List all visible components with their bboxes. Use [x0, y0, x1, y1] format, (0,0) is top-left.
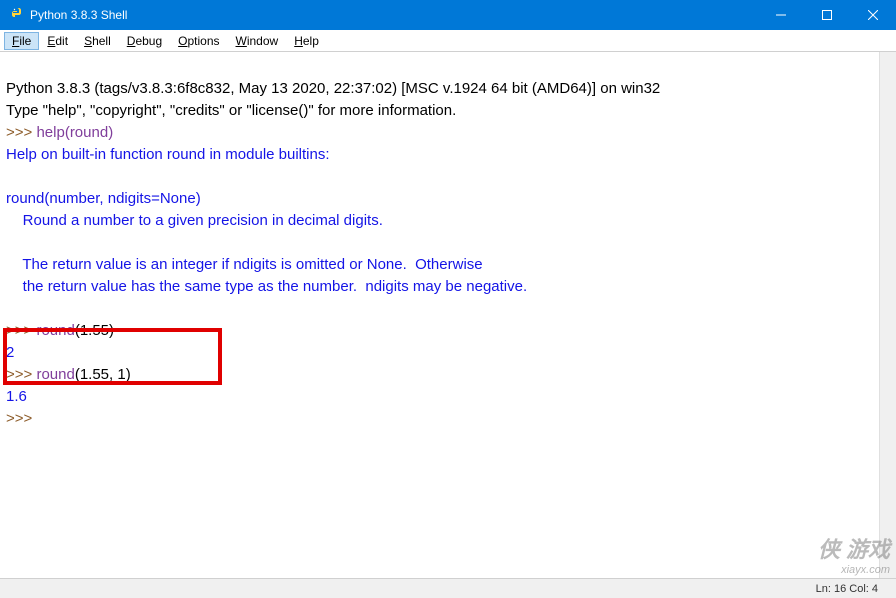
help-output: the return value has the same type as th…	[6, 278, 527, 295]
rparen: )	[126, 366, 131, 383]
help-output: Help on built-in function round in modul…	[6, 146, 330, 163]
help-output: round(number, ndigits=None)	[6, 190, 201, 207]
window-controls	[758, 0, 896, 30]
help-output: Round a number to a given precision in d…	[6, 212, 383, 229]
round-call: round	[36, 322, 74, 339]
minimize-button[interactable]	[758, 0, 804, 30]
menu-window[interactable]: Window	[228, 32, 287, 50]
prompt: >>>	[6, 124, 36, 141]
scrollbar[interactable]	[879, 52, 896, 578]
statusbar: Ln: 16 Col: 4	[0, 578, 896, 598]
result2: 1.6	[6, 388, 27, 405]
round-arg: round	[70, 124, 108, 141]
maximize-button[interactable]	[804, 0, 850, 30]
rparen: )	[108, 124, 113, 141]
menu-help[interactable]: Help	[286, 32, 327, 50]
banner-line-1: Python 3.8.3 (tags/v3.8.3:6f8c832, May 1…	[6, 80, 660, 97]
titlebar: Python 3.8.3 Shell	[0, 0, 896, 30]
menu-shell[interactable]: Shell	[76, 32, 119, 50]
menu-edit[interactable]: Edit	[39, 32, 76, 50]
menu-file[interactable]: File	[4, 32, 39, 50]
prompt: >>>	[6, 366, 36, 383]
python-icon	[8, 7, 24, 23]
round-call: round	[36, 366, 74, 383]
shell-content[interactable]: Python 3.8.3 (tags/v3.8.3:6f8c832, May 1…	[0, 52, 896, 456]
result1: 2	[6, 344, 14, 361]
prompt: >>>	[6, 322, 36, 339]
menu-options[interactable]: Options	[170, 32, 227, 50]
cursor-position: Ln: 16 Col: 4	[816, 583, 878, 595]
help-output: The return value is an integer if ndigit…	[6, 256, 483, 273]
call2-args: 1.55, 1	[80, 366, 126, 383]
close-button[interactable]	[850, 0, 896, 30]
menu-debug[interactable]: Debug	[119, 32, 170, 50]
prompt: >>>	[6, 410, 36, 427]
menubar: File Edit Shell Debug Options Window Hel…	[0, 30, 896, 52]
call1-args: 1.55	[80, 322, 109, 339]
rparen: )	[109, 322, 114, 339]
window-title: Python 3.8.3 Shell	[30, 8, 758, 22]
banner-line-2: Type "help", "copyright", "credits" or "…	[6, 102, 456, 119]
help-call: help	[36, 124, 64, 141]
